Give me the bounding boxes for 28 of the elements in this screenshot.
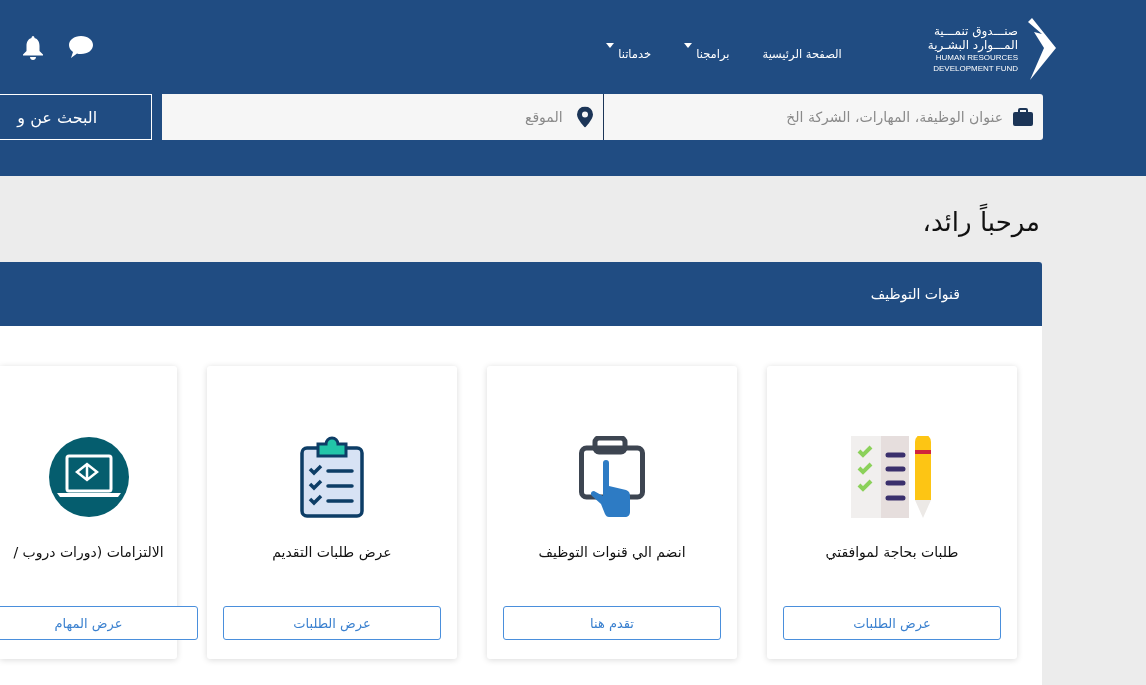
greeting: مرحباً رائد، bbox=[0, 202, 1040, 242]
card-button[interactable]: عرض الطلبات bbox=[223, 606, 441, 640]
caret-icon bbox=[606, 43, 615, 48]
nav-link[interactable]: برامجنا bbox=[684, 33, 730, 61]
job-search-field[interactable]: عنوان الوظيفة، المهارات، الشركة الخ bbox=[602, 94, 1043, 140]
card-title: عرض طلبات التقديم bbox=[271, 544, 393, 560]
card-title: الالتزامات (دورات دروب / bbox=[12, 544, 165, 560]
laptop-book-icon bbox=[48, 437, 129, 517]
card-title: انضم الي قنوات التوظيف bbox=[537, 544, 687, 560]
logo-text: DEVELOPMENT FUND bbox=[933, 63, 1018, 74]
card-button[interactable]: عرض المهام bbox=[0, 606, 198, 640]
clipboard-checklist-icon bbox=[300, 436, 364, 518]
panel-title: قنوات التوظيف bbox=[870, 286, 960, 302]
card-button[interactable]: عرض الطلبات bbox=[783, 606, 1001, 640]
card-title: طلبات بحاجة لموافقتي bbox=[824, 544, 960, 560]
caret-icon bbox=[684, 43, 693, 48]
chat-icon[interactable] bbox=[68, 35, 94, 59]
touch-icon bbox=[579, 436, 645, 518]
bell-icon[interactable] bbox=[22, 34, 44, 60]
card-button[interactable]: تقدم هنا bbox=[503, 606, 721, 640]
checklist-pencil-icon bbox=[851, 436, 933, 518]
search-button[interactable]: البحث عن و bbox=[0, 94, 153, 140]
logo-text: المـــوارد البشـرية bbox=[927, 38, 1018, 52]
logo-text: صنـــدوق تنمـــية bbox=[933, 24, 1018, 38]
nav-link[interactable]: الصفحة الرئيسية bbox=[762, 33, 842, 61]
location-field[interactable]: الموقع bbox=[162, 94, 603, 140]
nav-link[interactable]: خدماتنا bbox=[606, 33, 652, 61]
logo-text: HUMAN RESOURCES bbox=[935, 53, 1018, 63]
